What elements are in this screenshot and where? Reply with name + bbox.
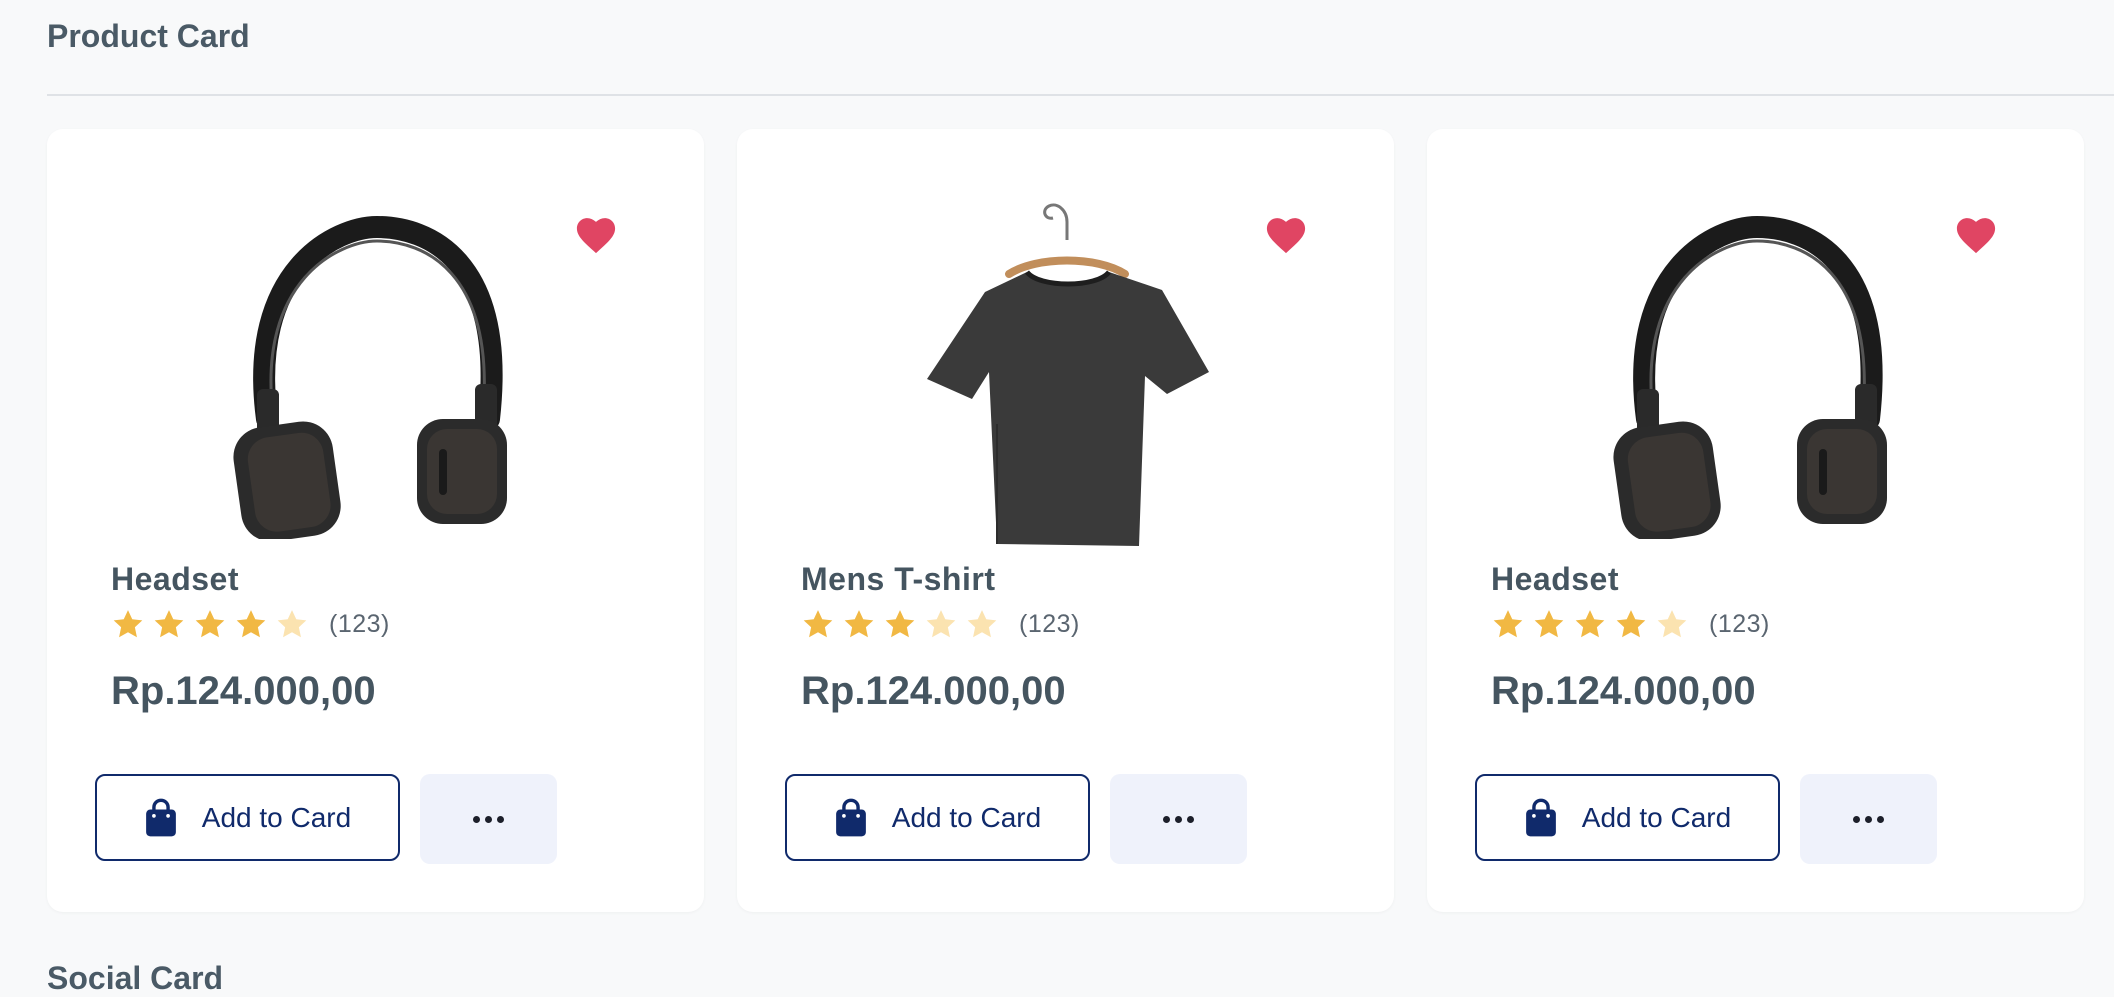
add-to-cart-label: Add to Card xyxy=(201,801,352,833)
more-options-button[interactable] xyxy=(1800,774,1937,864)
more-dots-icon xyxy=(1853,815,1884,823)
star-filled-icon xyxy=(1616,610,1646,638)
more-options-button[interactable] xyxy=(420,774,557,864)
star-filled-icon xyxy=(1575,610,1605,638)
product-name: Mens T-shirt xyxy=(801,561,996,597)
product-price: Rp.124.000,00 xyxy=(801,669,1066,713)
product-price: Rp.124.000,00 xyxy=(1491,669,1756,713)
add-to-cart-label: Add to Card xyxy=(1581,801,1732,833)
rating-stars: (123) xyxy=(801,608,1080,641)
product-name: Headset xyxy=(1491,561,1619,597)
star-filled-icon xyxy=(236,610,266,638)
shopping-bag-icon xyxy=(145,798,176,836)
star-empty-icon xyxy=(1657,610,1687,638)
star-filled-icon xyxy=(195,610,225,638)
product-card-list: Headset (123) Rp.124.000,00 Add to Card xyxy=(47,129,2084,912)
next-section-title: Social Card xyxy=(47,960,224,996)
product-card: Headset (123) Rp.124.000,00 Add to Card xyxy=(1427,129,2084,912)
rating-stars: (123) xyxy=(111,608,390,641)
add-to-cart-button[interactable]: Add to Card xyxy=(1475,774,1780,861)
shopping-bag-icon xyxy=(1525,798,1556,836)
star-filled-icon xyxy=(113,610,143,638)
section-title: Product Card xyxy=(47,18,250,54)
heart-icon[interactable] xyxy=(1264,215,1308,255)
tshirt-image xyxy=(897,189,1237,559)
headset-image xyxy=(1587,189,1927,559)
more-options-button[interactable] xyxy=(1110,774,1247,864)
heart-icon[interactable] xyxy=(1954,215,1998,255)
product-name: Headset xyxy=(111,561,239,597)
rating-count: (123) xyxy=(1019,610,1080,638)
more-dots-icon xyxy=(473,815,504,823)
star-filled-icon xyxy=(844,610,874,638)
product-card: Headset (123) Rp.124.000,00 Add to Card xyxy=(47,129,704,912)
section-divider xyxy=(47,94,2114,96)
add-to-cart-button[interactable]: Add to Card xyxy=(95,774,400,861)
star-filled-icon xyxy=(885,610,915,638)
product-price: Rp.124.000,00 xyxy=(111,669,376,713)
shopping-bag-icon xyxy=(835,798,866,836)
product-card: Mens T-shirt (123) Rp.124.000,00 Add to … xyxy=(737,129,1394,912)
star-filled-icon xyxy=(1493,610,1523,638)
rating-count: (123) xyxy=(1709,610,1770,638)
star-empty-icon xyxy=(926,610,956,638)
star-filled-icon xyxy=(803,610,833,638)
star-filled-icon xyxy=(1534,610,1564,638)
star-empty-icon xyxy=(277,610,307,638)
rating-stars: (123) xyxy=(1491,608,1770,641)
add-to-cart-button[interactable]: Add to Card xyxy=(785,774,1090,861)
more-dots-icon xyxy=(1163,815,1194,823)
add-to-cart-label: Add to Card xyxy=(891,801,1042,833)
headset-image xyxy=(207,189,547,559)
star-filled-icon xyxy=(154,610,184,638)
star-empty-icon xyxy=(967,610,997,638)
heart-icon[interactable] xyxy=(574,215,618,255)
rating-count: (123) xyxy=(329,610,390,638)
